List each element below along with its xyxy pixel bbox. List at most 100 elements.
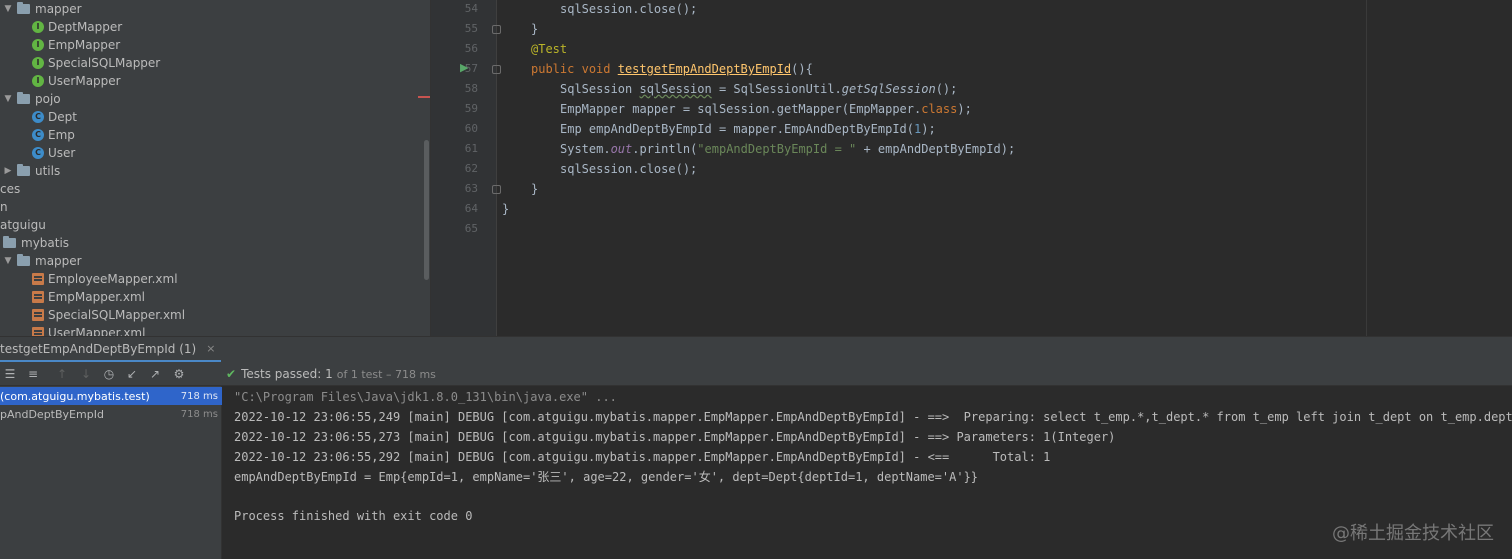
code-line-55: } xyxy=(531,19,538,39)
tree-item-mybatis-folder[interactable]: mybatis xyxy=(0,234,69,252)
chevron-down-icon[interactable]: ▼ xyxy=(2,94,14,104)
xml-file-icon xyxy=(32,309,44,321)
line-number: 65 xyxy=(464,222,478,235)
tab-run-config[interactable]: testgetEmpAndDeptByEmpId (1) × xyxy=(0,337,222,363)
watermark: @稀土掘金技术社区 xyxy=(1332,523,1494,544)
test-time: 718 ms xyxy=(180,390,218,402)
xml-file-icon xyxy=(32,291,44,303)
editor-gutter: 54 55 56 57 58 59 60 61 62 63 64 65 ▶ xyxy=(431,0,501,336)
tree-item-atguigu[interactable]: atguigu xyxy=(0,216,46,234)
history-icon[interactable]: ◷ xyxy=(101,366,117,382)
console-output[interactable]: "C:\Program Files\Java\jdk1.8.0_131\bin\… xyxy=(223,386,1512,559)
tree-item-user[interactable]: C User xyxy=(32,144,75,162)
tree-item-label: UserMapper.xml xyxy=(48,326,146,336)
status-label: Tests passed: 1 xyxy=(241,367,333,381)
tree-item-label: ces xyxy=(0,182,21,196)
tree-item-employeemapper-xml[interactable]: EmployeeMapper.xml xyxy=(32,270,178,288)
next-failed-icon[interactable]: ↓ xyxy=(78,366,94,382)
tree-item-emp[interactable]: C Emp xyxy=(32,126,75,144)
tree-item-label: n xyxy=(0,200,8,214)
code-token: + empAndDeptByEmpId); xyxy=(856,142,1016,156)
tree-item-label: pojo xyxy=(35,92,61,106)
line-number: 62 xyxy=(464,162,478,175)
tree-item-label: Dept xyxy=(48,110,77,124)
line-number: 60 xyxy=(464,122,478,135)
code-token: @Test xyxy=(531,42,568,56)
xml-file-icon xyxy=(32,327,44,336)
tree-item-label: EmpMapper xyxy=(48,38,121,52)
test-label: pAndDeptByEmpId xyxy=(0,407,104,421)
tree-item-mapper-resource-folder[interactable]: ▼ mapper xyxy=(2,252,82,270)
chevron-down-icon[interactable]: ▼ xyxy=(2,4,14,14)
expand-all-icon[interactable]: ☰ xyxy=(2,366,18,382)
tree-item-specialsqlmapper-xml[interactable]: SpecialSQLMapper.xml xyxy=(32,306,185,324)
tree-item-label: mybatis xyxy=(21,236,70,250)
code-token: sqlSession.close(); xyxy=(560,162,698,176)
run-test-icon[interactable]: ▶ xyxy=(460,61,468,74)
tree-item-pojo-folder[interactable]: ▼ pojo xyxy=(2,90,61,108)
code-token: Emp empAndDeptByEmpId = mapper.EmpAndDep… xyxy=(560,122,915,136)
class-icon: C xyxy=(32,111,44,123)
tree-item-label: DeptMapper xyxy=(48,20,123,34)
export-tests-icon[interactable]: ↗ xyxy=(147,366,163,382)
test-label: (com.atguigu.mybatis.test) xyxy=(0,389,150,403)
code-token: } xyxy=(531,22,539,36)
code-line-64: } xyxy=(502,199,509,219)
tree-item-empmapper-xml[interactable]: EmpMapper.xml xyxy=(32,288,145,306)
code-line-61: System.out.println("empAndDeptByEmpId = … xyxy=(560,139,1015,159)
code-line-54: sqlSession.close(); xyxy=(560,0,697,19)
tree-item-dept[interactable]: C Dept xyxy=(32,108,77,126)
code-token: testgetEmpAndDeptByEmpId xyxy=(617,62,792,76)
fold-marker-icon[interactable] xyxy=(492,65,501,74)
tree-item-usermapper[interactable]: I UserMapper xyxy=(32,72,121,90)
close-icon[interactable]: × xyxy=(206,342,215,355)
tree-item-deptmapper[interactable]: I DeptMapper xyxy=(32,18,122,36)
code-token: sqlSession.close(); xyxy=(560,2,698,16)
line-number: 64 xyxy=(464,202,478,215)
code-line-59: EmpMapper mapper = sqlSession.getMapper(… xyxy=(560,99,972,119)
line-number: 61 xyxy=(464,142,478,155)
collapse-all-icon[interactable]: ≡ xyxy=(25,366,41,382)
previous-failed-icon[interactable]: ↑ xyxy=(54,366,70,382)
test-row[interactable]: (com.atguigu.mybatis.test) 718 ms xyxy=(0,387,222,405)
tree-item-mapper-folder[interactable]: ▼ mapper xyxy=(2,0,82,18)
class-icon: C xyxy=(32,147,44,159)
status-sub: of 1 test – 718 ms xyxy=(336,367,436,381)
folder-icon xyxy=(17,92,30,104)
code-token: } xyxy=(531,182,539,196)
chevron-right-icon[interactable]: ▶ xyxy=(2,166,14,176)
console-line: 2022-10-12 23:06:55,273 [main] DEBUG [co… xyxy=(234,430,1116,444)
tree-item-label: SpecialSQLMapper.xml xyxy=(48,308,186,322)
chevron-down-icon[interactable]: ▼ xyxy=(2,256,14,266)
project-tree: ▼ mapper I DeptMapper I EmpMapper I SpecialS… xyxy=(0,0,430,336)
tree-item-utils-folder[interactable]: ▶ utils xyxy=(2,162,60,180)
code-token: .println( xyxy=(632,142,698,156)
tree-item-empmapper[interactable]: I EmpMapper xyxy=(32,36,120,54)
code-editor[interactable]: 54 55 56 57 58 59 60 61 62 63 64 65 ▶ sq… xyxy=(430,0,1512,336)
code-token: (); xyxy=(935,82,958,96)
test-status: ✔ Tests passed: 1 of 1 test – 718 ms xyxy=(226,362,436,386)
line-number: 57 xyxy=(464,62,478,75)
fold-marker-icon[interactable] xyxy=(492,25,501,34)
test-row[interactable]: pAndDeptByEmpId 718 ms xyxy=(0,405,222,423)
tree-item-resources[interactable]: ces xyxy=(0,180,20,198)
tree-scrollbar[interactable] xyxy=(424,140,429,280)
folder-icon xyxy=(17,254,30,266)
tree-item-specialsqlmapper[interactable]: I SpecialSQLMapper xyxy=(32,54,160,72)
interface-icon: I xyxy=(32,57,44,69)
line-number: 56 xyxy=(464,42,478,55)
class-icon: C xyxy=(32,129,44,141)
tree-item-label: mapper xyxy=(35,2,82,16)
code-token: public xyxy=(531,62,575,76)
folder-icon xyxy=(17,164,30,176)
import-tests-icon[interactable]: ↙ xyxy=(124,366,140,382)
folder-icon xyxy=(17,2,30,14)
code-line-60: Emp empAndDeptByEmpId = mapper.EmpAndDep… xyxy=(560,119,936,139)
fold-marker-icon[interactable] xyxy=(492,185,501,194)
test-results-tree: (com.atguigu.mybatis.test) 718 ms pAndDe… xyxy=(0,386,222,559)
interface-icon: I xyxy=(32,21,44,33)
tree-item-com[interactable]: n xyxy=(0,198,8,216)
code-token: = SqlSessionUtil. xyxy=(711,82,842,96)
gear-icon[interactable]: ⚙ xyxy=(171,366,187,382)
tree-item-usermapper-xml[interactable]: UserMapper.xml xyxy=(32,324,145,336)
